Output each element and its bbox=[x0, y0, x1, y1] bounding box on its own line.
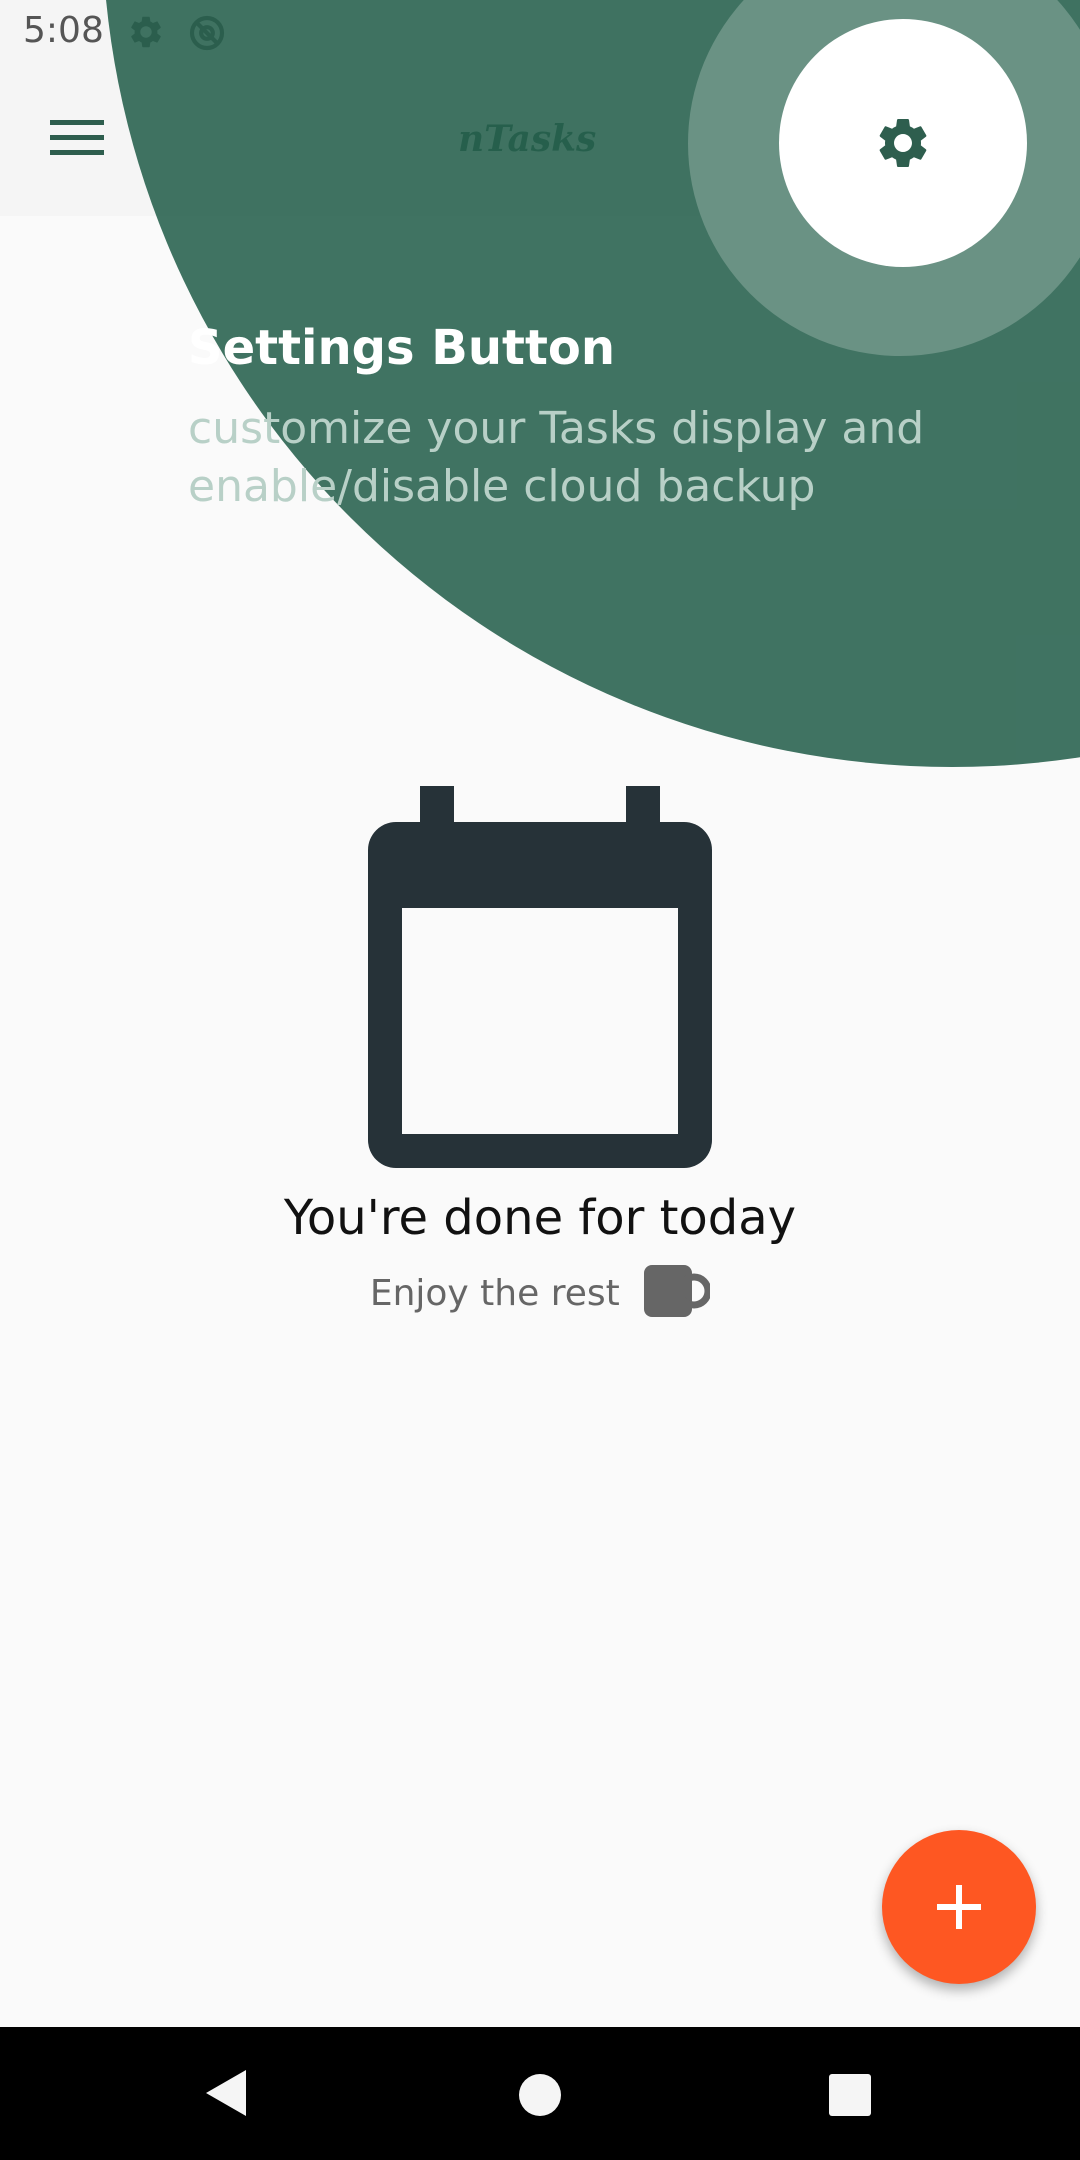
settings-button[interactable] bbox=[779, 19, 1027, 267]
empty-state-title: You're done for today bbox=[283, 1190, 797, 1246]
app-title: nTasks bbox=[458, 118, 597, 160]
recents-icon[interactable] bbox=[829, 2074, 871, 2121]
status-time: 5:08 bbox=[23, 10, 104, 51]
battery-icon bbox=[1034, 13, 1058, 58]
signal-icon bbox=[981, 12, 1020, 56]
at-sign-icon bbox=[187, 13, 227, 58]
showcase-title: Settings Button bbox=[188, 320, 616, 376]
add-task-fab[interactable] bbox=[882, 1830, 1036, 1984]
navigation-bar bbox=[0, 2027, 1080, 2160]
settings-icon bbox=[127, 13, 165, 56]
back-icon[interactable] bbox=[204, 2068, 248, 2123]
app-screen: 5:08 nTasks You're done for today Enjoy … bbox=[0, 0, 1080, 2160]
empty-state-subtitle-row: Enjoy the rest bbox=[0, 1265, 1080, 1322]
empty-state-subtitle: Enjoy the rest bbox=[369, 1273, 620, 1314]
coffee-mug-icon bbox=[644, 1265, 712, 1322]
plus-icon bbox=[937, 1885, 981, 1929]
home-icon[interactable] bbox=[518, 2073, 562, 2122]
calendar-icon bbox=[368, 786, 712, 1173]
gear-icon bbox=[879, 118, 927, 167]
showcase-description: customize your Tasks display and enable/… bbox=[188, 403, 925, 512]
hamburger-menu-icon[interactable] bbox=[50, 118, 104, 163]
